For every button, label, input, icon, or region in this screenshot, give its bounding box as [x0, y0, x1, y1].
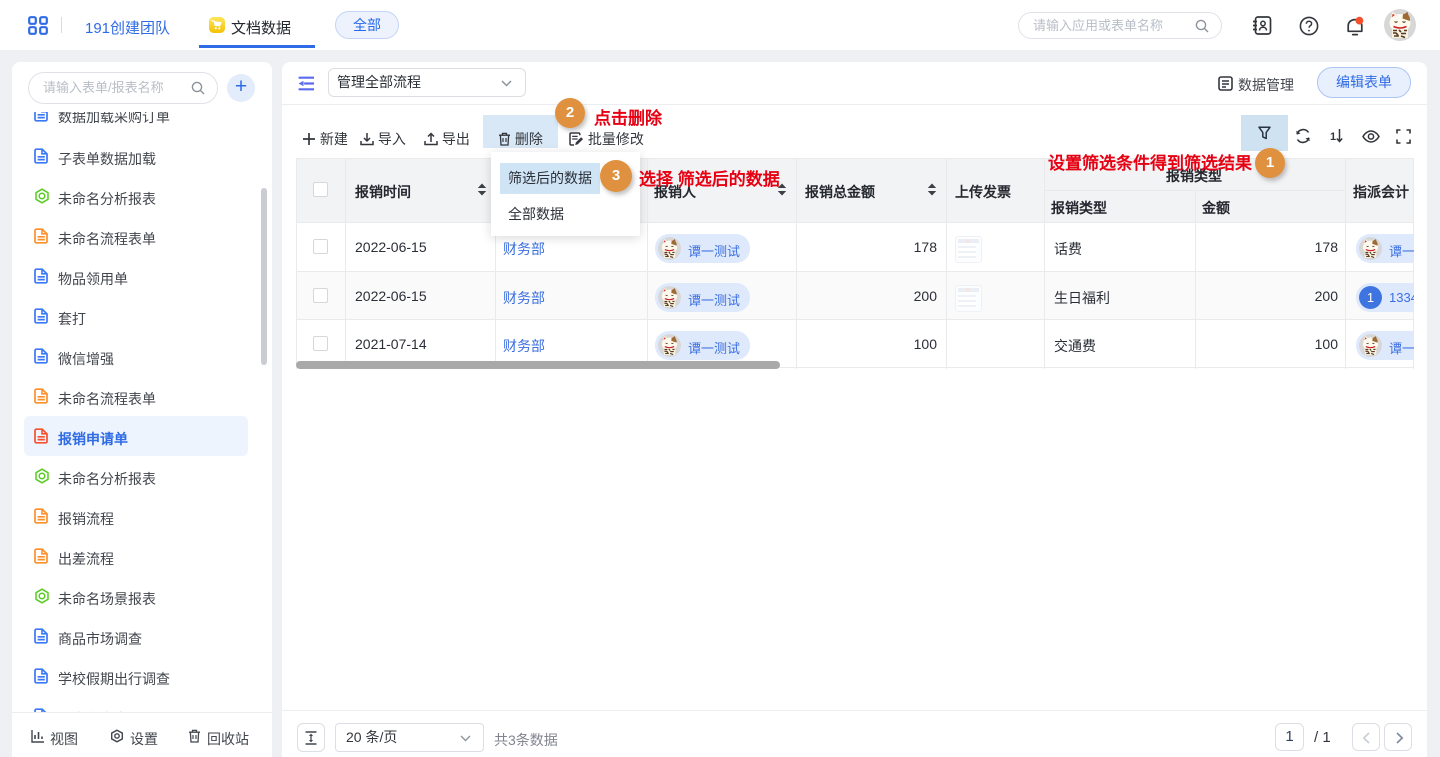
svg-text:1: 1	[1330, 131, 1336, 143]
